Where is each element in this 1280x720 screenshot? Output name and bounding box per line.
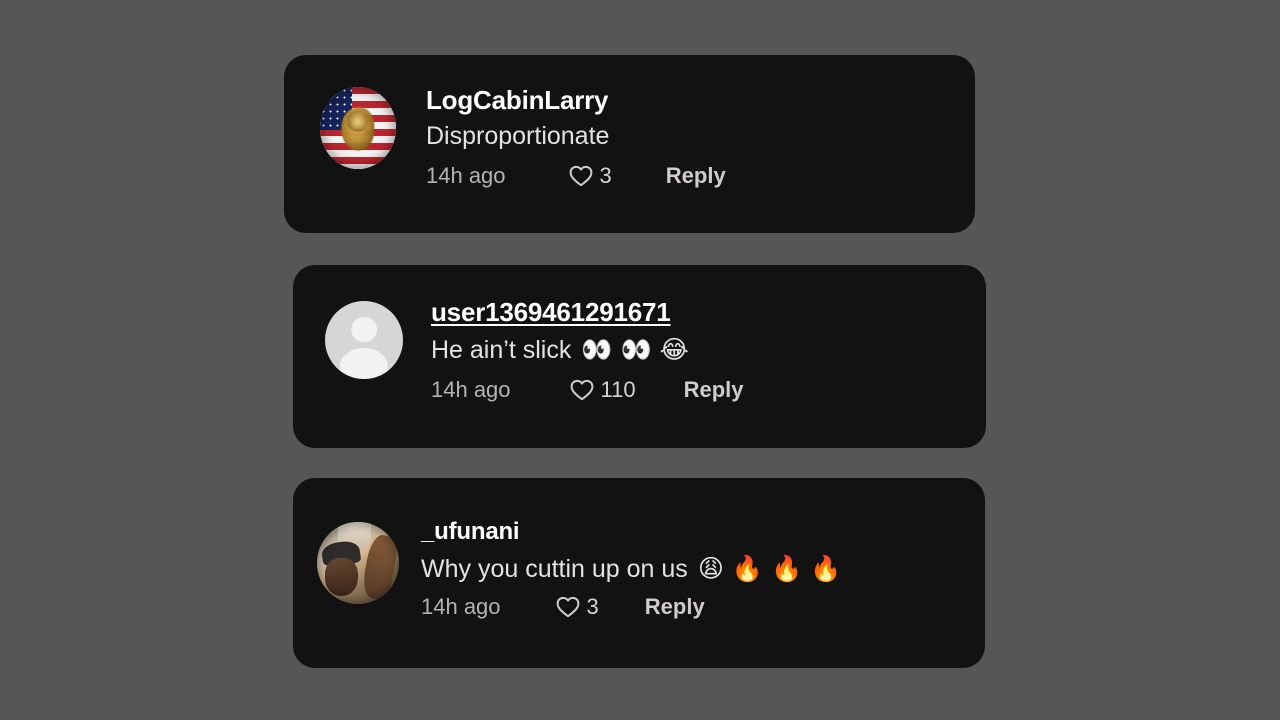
comment-feed: LogCabinLarry Disproportionate 14h ago 3… (0, 0, 1280, 720)
comment-text: Why you cuttin up on us 😩 🔥 🔥 🔥 (421, 552, 957, 586)
like-group[interactable]: 3 (555, 594, 599, 620)
comment-text: He ain’t slick 👀 👀 😂 (431, 333, 958, 367)
avatar-vignette (317, 522, 399, 604)
fire-emoji: 🔥 (771, 554, 803, 583)
comment-username[interactable]: LogCabinLarry (426, 85, 947, 115)
weary-face-emoji: 😩 (697, 554, 724, 583)
reply-button[interactable]: Reply (645, 594, 705, 620)
comment-meta-row: 14h ago 110 Reply (431, 377, 958, 403)
placeholder-head-icon (351, 316, 377, 343)
heart-outline-icon[interactable] (569, 378, 595, 402)
comment-card[interactable]: _ufunani Why you cuttin up on us 😩 🔥 🔥 🔥 14… (293, 478, 985, 668)
reply-button[interactable]: Reply (666, 163, 726, 189)
comment-timestamp: 14h ago (426, 163, 506, 188)
comment-timestamp: 14h ago (421, 594, 501, 619)
comment-username[interactable]: user1369461291671 (431, 297, 958, 327)
like-count: 3 (599, 163, 612, 188)
like-count: 3 (586, 594, 599, 619)
like-count: 110 (600, 377, 636, 402)
comment-username[interactable]: _ufunani (421, 518, 957, 546)
comment-card[interactable]: user1369461291671 He ain’t slick 👀 👀 😂 14h… (293, 265, 986, 448)
comment-emoji-run: 😩 🔥 🔥 🔥 (698, 552, 841, 586)
like-group[interactable]: 110 (569, 377, 636, 403)
comment-timestamp: 14h ago (431, 377, 511, 402)
avatar-vignette (320, 87, 396, 169)
comment-body: user1369461291671 He ain’t slick 👀 👀 😂 14h… (431, 297, 958, 403)
comment-meta-row: 14h ago 3 Reply (426, 163, 947, 189)
comment-body: LogCabinLarry Disproportionate 14h ago 3… (426, 85, 947, 189)
avatar[interactable] (325, 301, 403, 379)
eyes-emoji: 👀 (581, 335, 613, 364)
comment-text-content: He ain’t slick (431, 336, 572, 364)
eyes-emoji: 👀 (620, 335, 652, 364)
avatar[interactable] (317, 522, 399, 604)
avatar[interactable] (320, 87, 396, 169)
placeholder-body-icon (339, 347, 389, 379)
comment-meta-row: 14h ago 3 Reply (421, 594, 957, 620)
fire-emoji: 🔥 (731, 554, 764, 583)
comment-body: _ufunani Why you cuttin up on us 😩 🔥 🔥 🔥 14… (421, 518, 957, 620)
like-group[interactable]: 3 (568, 163, 612, 189)
comment-text-content: Why you cuttin up on us (421, 555, 688, 583)
heart-outline-icon[interactable] (568, 164, 594, 188)
comment-card[interactable]: LogCabinLarry Disproportionate 14h ago 3… (284, 55, 975, 233)
comment-text-content: Disproportionate (426, 122, 610, 150)
reply-button[interactable]: Reply (684, 377, 744, 403)
joy-emoji: 😂 (659, 335, 689, 364)
heart-outline-icon[interactable] (555, 595, 581, 619)
comment-emoji-run: 👀 👀 😂 (581, 333, 689, 367)
fire-emoji: 🔥 (810, 554, 842, 583)
comment-text: Disproportionate (426, 119, 947, 153)
